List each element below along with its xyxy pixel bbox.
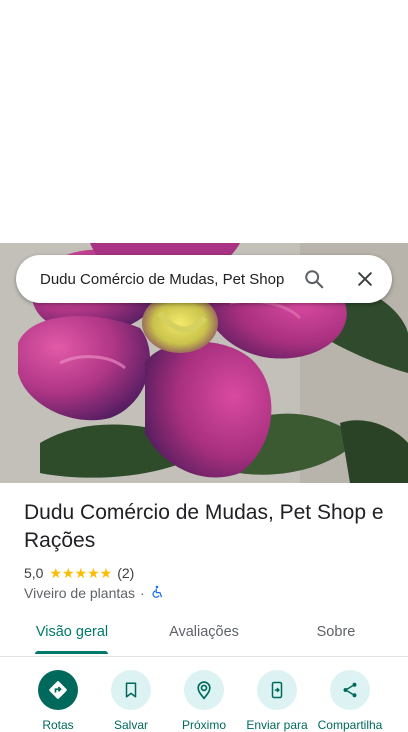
tab-about[interactable]: Sobre — [286, 612, 386, 652]
category-line: Viveiro de plantas · — [24, 583, 164, 603]
search-input[interactable]: Dudu Comércio de Mudas, Pet Shop — [40, 271, 290, 288]
share-button[interactable]: Compartilha — [313, 670, 387, 732]
tab-reviews[interactable]: Avaliações — [154, 612, 254, 652]
search-icon[interactable] — [302, 267, 326, 291]
rating-summary[interactable]: 5,0 ★★★★★ (2) — [24, 563, 134, 583]
directions-icon — [38, 670, 78, 710]
tab-overview[interactable]: Visão geral — [22, 612, 122, 652]
place-category: Viveiro de plantas — [24, 585, 136, 601]
send-to-phone-icon — [257, 670, 297, 710]
share-icon — [330, 670, 370, 710]
send-to-phone-label: Enviar para — [246, 718, 308, 732]
directions-button[interactable]: Rotas — [21, 670, 95, 732]
close-icon[interactable] — [353, 267, 377, 291]
wheelchair-accessible-icon — [150, 585, 164, 602]
nearby-label: Próximo — [181, 718, 226, 732]
search-bar[interactable]: Dudu Comércio de Mudas, Pet Shop — [16, 255, 392, 303]
directions-label: Rotas — [42, 718, 74, 732]
bookmark-icon — [111, 670, 151, 710]
active-tab-indicator — [35, 651, 108, 654]
rating-value: 5,0 — [24, 565, 44, 581]
nearby-button[interactable]: Próximo — [167, 670, 241, 732]
place-title: Dudu Comércio de Mudas, Pet Shop e Raçõe… — [24, 501, 384, 552]
nearby-icon — [184, 670, 224, 710]
share-label: Compartilha — [317, 718, 383, 732]
action-bar: Rotas Salvar Próximo Enviar para Compart… — [0, 670, 408, 732]
save-button[interactable]: Salvar — [94, 670, 168, 732]
rating-stars: ★★★★★ — [49, 564, 113, 581]
save-label: Salvar — [113, 718, 148, 732]
send-to-phone-button[interactable]: Enviar para — [240, 670, 314, 732]
separator-dot: · — [140, 585, 145, 601]
review-count: (2) — [117, 565, 135, 581]
